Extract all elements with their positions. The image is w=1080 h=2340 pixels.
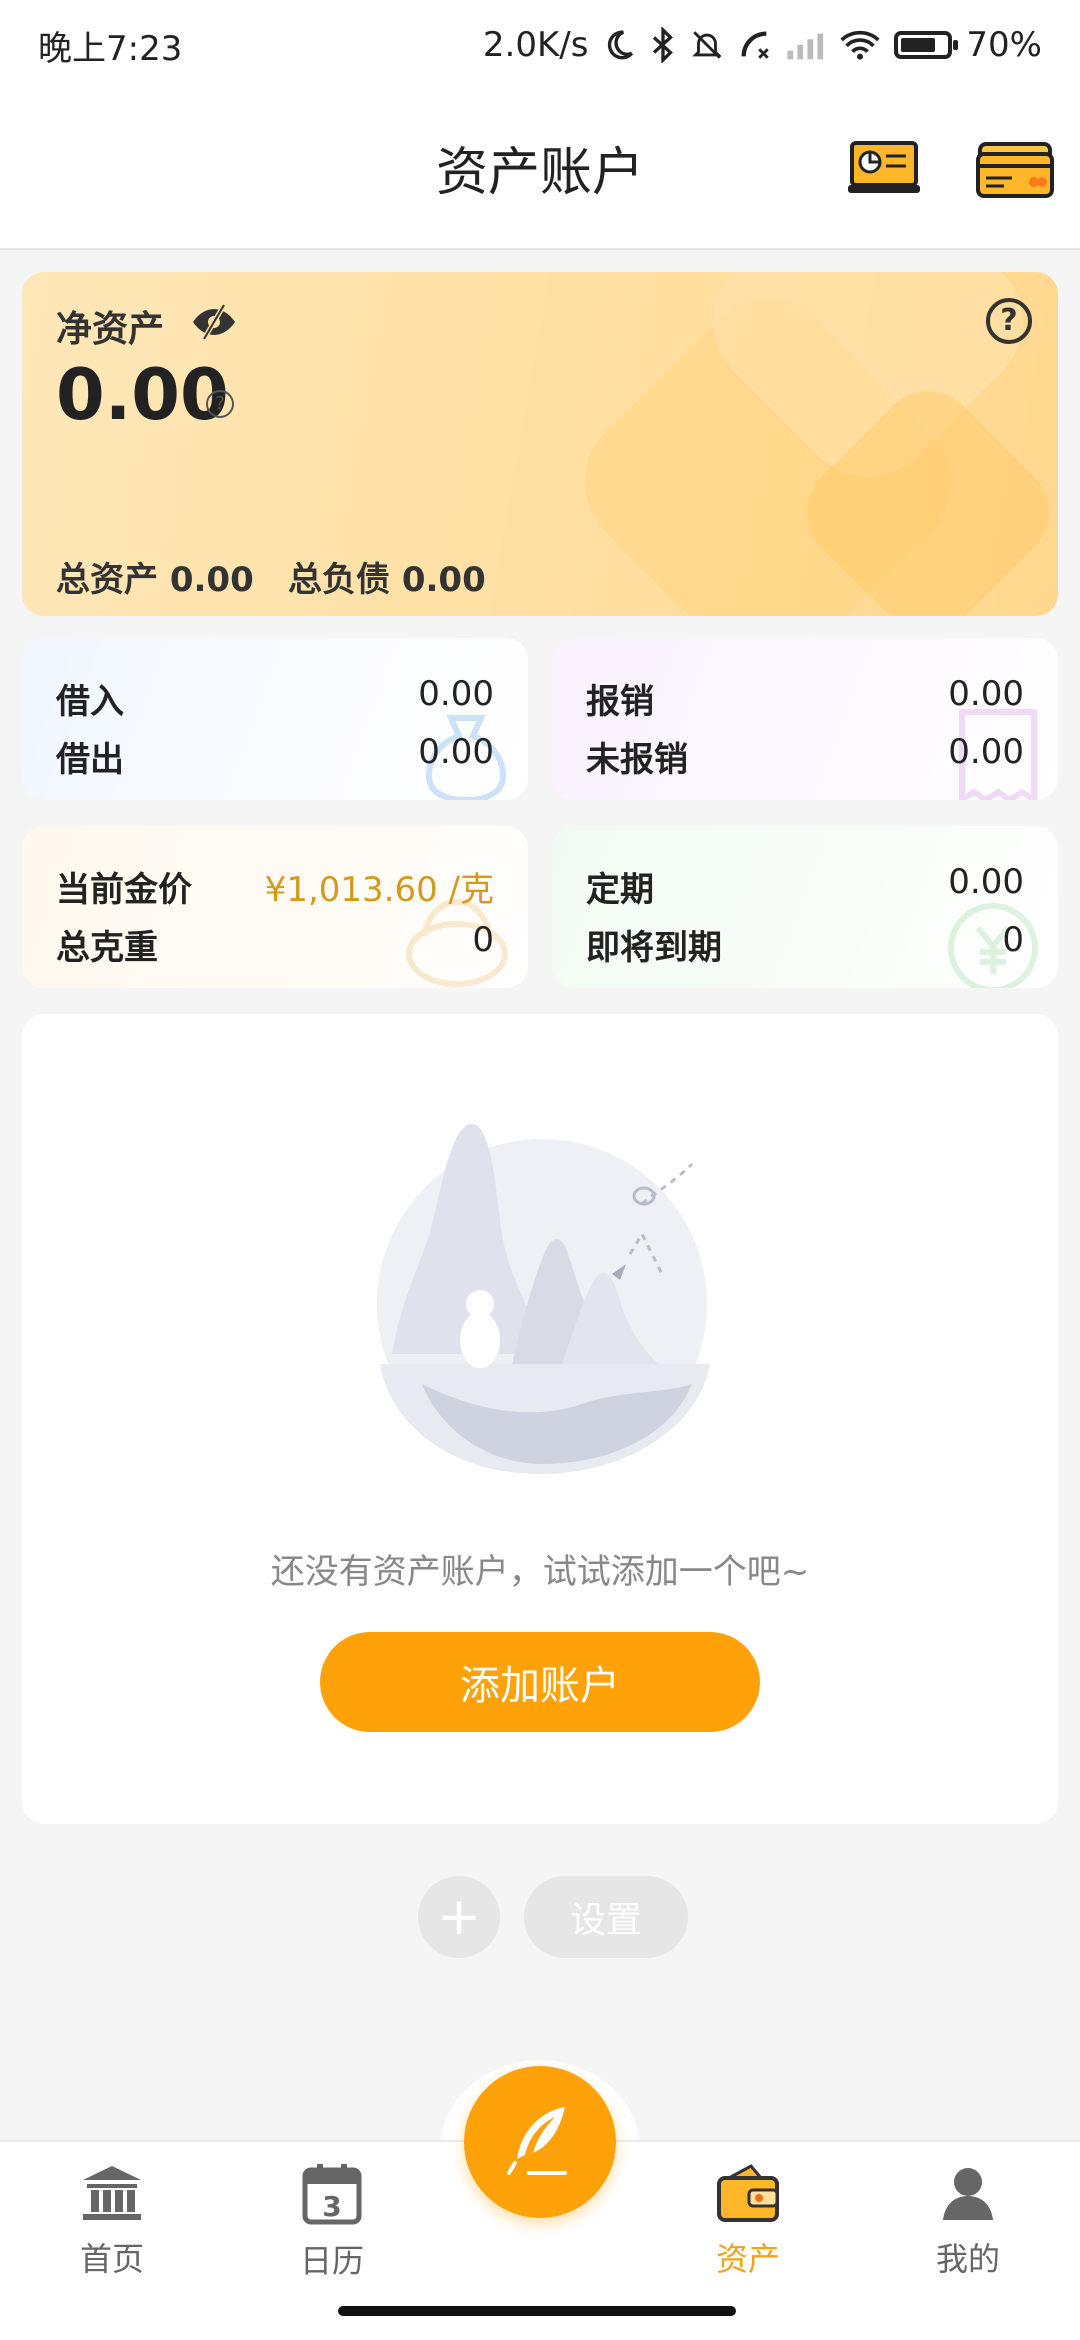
call-forward-icon [738,28,772,62]
user-icon [943,2168,993,2220]
help-icon[interactable]: ? [986,298,1032,344]
nav-label-assets: 资产 [715,2240,780,2278]
total-debt: 总负债 0.00 [288,552,486,601]
lend-out-value: 0.00 [418,732,494,772]
nav-item-profile[interactable]: 我的 [888,2162,1048,2280]
value-help-icon[interactable]: ? [206,390,234,418]
add-button[interactable]: + [418,1876,500,1958]
nav-item-calendar[interactable]: 3 日历 [252,2162,412,2282]
net-asset-value: 0.00 [56,354,229,436]
borrow-in-label: 借入 [56,682,124,722]
reimburse-card[interactable]: 报销 0.00 未报销 0.00 [552,638,1058,800]
empty-message: 还没有资产账户，试试添加一个吧~ [270,1552,810,1592]
gold-card[interactable]: 当前金价 ¥1,013.60 /克 总克重 0 [22,826,528,988]
gold-weight-row: 总克重 0 [56,920,494,969]
expiring-value: 0 [1002,920,1024,960]
reimbursed-row: 报销 0.00 [586,674,1024,723]
total-assets-value: 0.00 [169,560,254,600]
unreimbursed-label: 未报销 [586,740,688,780]
gold-price-value: ¥1,013.60 /克 [264,870,494,910]
gold-weight-label: 总克重 [56,928,158,968]
cards-icon[interactable] [976,140,1056,202]
lend-out-label: 借出 [56,740,124,780]
battery-icon [894,31,959,59]
loan-card[interactable]: 借入 0.00 借出 0.00 [22,638,528,800]
fixed-deposit-card[interactable]: 定期 0.00 即将到期 0 [552,826,1058,988]
unreimbursed-row: 未报销 0.00 [586,732,1024,781]
fixed-label: 定期 [586,870,654,910]
signal-icon [786,30,826,60]
gold-price-row: 当前金价 ¥1,013.60 /克 [56,862,494,911]
record-fab-button[interactable] [464,2066,616,2218]
battery-level: 70% [966,25,1042,65]
net-asset-card[interactable]: 净资产 ? 0.00 ? 总资产 0.00 总负债 0.00 [22,272,1058,616]
report-icon[interactable] [846,140,922,200]
wifi-icon [840,29,881,61]
reimbursed-label: 报销 [586,682,654,722]
calendar-icon: 3 [302,2164,362,2225]
bank-icon [83,2166,141,2220]
nav-label-profile: 我的 [935,2240,1000,2278]
gold-weight-value: 0 [472,920,494,960]
add-account-button[interactable]: 添加账户 [320,1632,760,1732]
net-asset-label: 净资产 [56,309,165,350]
unreimbursed-value: 0.00 [948,732,1024,772]
total-debt-label: 总负债 [288,560,390,600]
app-header: 资产账户 [0,90,1080,250]
nav-label-calendar: 日历 [299,2242,364,2280]
reimbursed-value: 0.00 [948,674,1024,714]
eye-hidden-icon[interactable] [190,302,238,346]
status-icons: 2.0K/s 70% [483,25,1042,65]
borrow-in-row: 借入 0.00 [56,674,494,723]
nav-item-assets[interactable]: 资产 [668,2162,828,2280]
total-assets: 总资产 0.00 [56,552,254,601]
fixed-row: 定期 0.00 [586,862,1024,911]
lend-out-row: 借出 0.00 [56,732,494,781]
card-background-pattern [584,272,1049,616]
status-time: 晚上7:23 [38,28,183,69]
fixed-value: 0.00 [948,862,1024,902]
settings-button[interactable]: 设置 [524,1876,688,1958]
feather-pen-icon [507,2107,567,2175]
status-bar: 晚上7:23 2.0K/s 70% [0,0,1080,90]
nav-label-home: 首页 [79,2240,144,2278]
mute-bell-icon [690,27,724,63]
nav-item-home[interactable]: 首页 [32,2162,192,2280]
wallet-icon [717,2164,779,2222]
total-assets-label: 总资产 [56,560,158,600]
empty-illustration [377,1124,710,1474]
expiring-label: 即将到期 [586,928,722,968]
network-speed: 2.0K/s [482,25,589,65]
gold-price-label: 当前金价 [56,870,192,910]
total-debt-value: 0.00 [401,560,486,600]
home-indicator[interactable] [338,2306,736,2316]
calendar-day: 3 [322,2190,341,2223]
bluetooth-icon [650,27,676,63]
empty-state-card: 还没有资产账户，试试添加一个吧~ 添加账户 [22,1014,1058,1824]
moon-icon [602,28,636,62]
expiring-row: 即将到期 0 [586,920,1024,969]
borrow-in-value: 0.00 [418,674,494,714]
